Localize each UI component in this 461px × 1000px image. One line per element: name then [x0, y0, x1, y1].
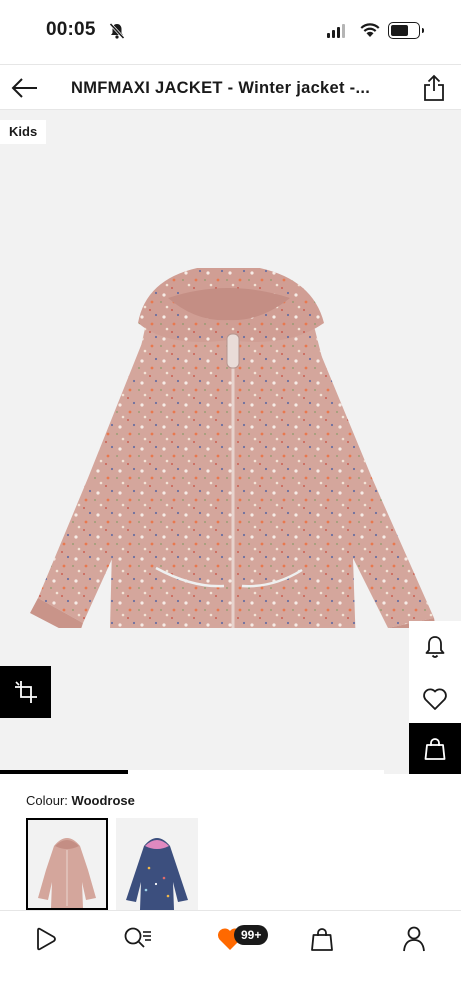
nav-profile[interactable]: [396, 923, 432, 955]
battery-icon: [388, 22, 424, 39]
jacket-thumbnail: [38, 838, 96, 908]
bottom-navigation: 99+: [0, 910, 461, 1000]
product-image-gallery[interactable]: Kids: [0, 110, 461, 774]
colour-value: Woodrose: [71, 793, 135, 808]
colour-selector-label: Colour: Woodrose: [26, 793, 135, 808]
gallery-progress-bar: [0, 770, 384, 774]
status-time: 00:05: [46, 19, 96, 40]
nav-home[interactable]: [28, 923, 64, 955]
back-button[interactable]: [8, 73, 42, 103]
heart-icon: [423, 688, 447, 710]
share-button[interactable]: [418, 72, 450, 104]
jacket-thumbnail: [126, 838, 188, 910]
bell-off-icon: [108, 22, 126, 45]
wifi-icon: [359, 21, 381, 43]
jacket-image: [30, 268, 436, 628]
add-to-bag-button[interactable]: [409, 723, 461, 774]
wishlist-button[interactable]: [409, 673, 461, 725]
arrow-left-icon: [11, 78, 37, 98]
share-icon: [424, 74, 444, 101]
search-list-icon: [124, 927, 151, 948]
colour-swatch-woodrose[interactable]: [26, 818, 108, 910]
crop-frame-icon: [14, 681, 37, 703]
nav-bag[interactable]: [304, 923, 340, 955]
wishlist-count-badge: 99+: [234, 925, 269, 945]
bell-icon: [425, 636, 445, 658]
colour-label: Colour:: [26, 793, 68, 808]
shopping-bag-icon: [311, 928, 333, 951]
shopping-bag-icon: [424, 738, 446, 760]
kids-badge: Kids: [0, 120, 47, 144]
gallery-progress-fill: [0, 770, 128, 774]
page-title: NMFMAXI JACKET - Winter jacket -...: [71, 79, 371, 97]
colour-swatch-navy[interactable]: [116, 818, 198, 910]
profile-icon: [403, 926, 425, 952]
view-frame-button[interactable]: [0, 666, 51, 718]
home-play-icon: [37, 927, 56, 951]
notify-button[interactable]: [409, 621, 461, 673]
product-header: NMFMAXI JACKET - Winter jacket -...: [0, 64, 461, 110]
status-bar: 00:05: [0, 0, 461, 62]
cellular-signal-icon: [327, 24, 345, 38]
nav-search[interactable]: [120, 923, 156, 955]
